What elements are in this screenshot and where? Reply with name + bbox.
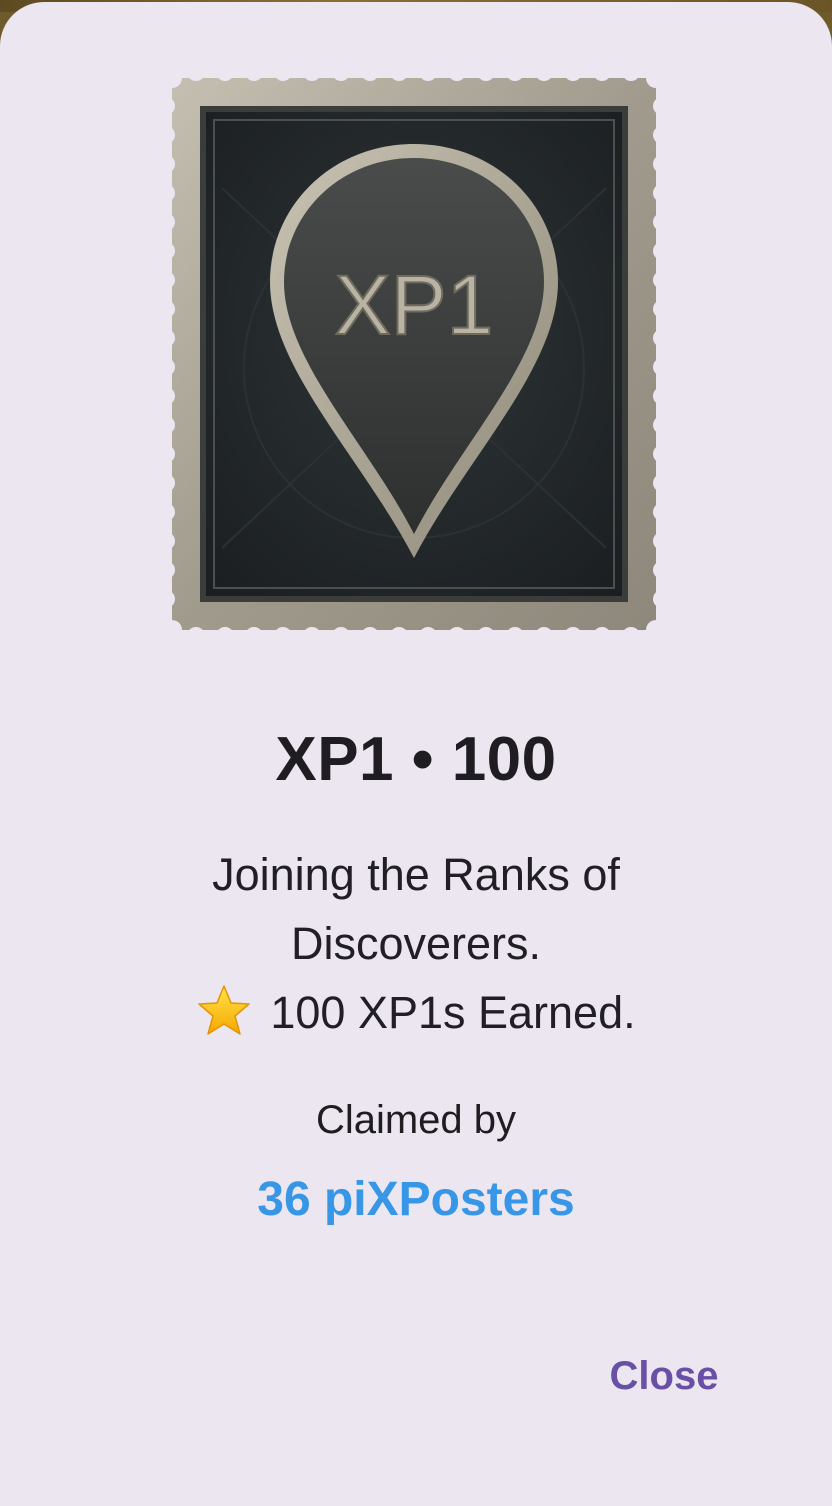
badge-dialog: XP1 XP1 • 100 Joining the Ranks of Disco… [0,2,832,1506]
claimed-by-link[interactable]: 36 piXPosters [0,1172,832,1227]
xp1-stamp-icon: XP1 [162,68,666,640]
badge-title: XP1 • 100 [275,725,557,794]
description-line-2: Discoverers. [290,918,542,969]
claimed-by-label: Claimed by [315,1098,517,1142]
description-line-1: Joining the Ranks of [212,849,620,900]
stamp-image: XP1 [162,68,666,640]
stamp-label: XP1 [335,258,494,352]
badge-description: Joining the Ranks of Discoverers. 100 XP… [120,840,712,1047]
star-icon [196,983,252,1039]
earned-text: 100 XP1s Earned. [270,987,636,1038]
earned-line: 100 XP1s Earned. [120,978,712,1047]
close-button[interactable]: Close [596,1348,732,1404]
